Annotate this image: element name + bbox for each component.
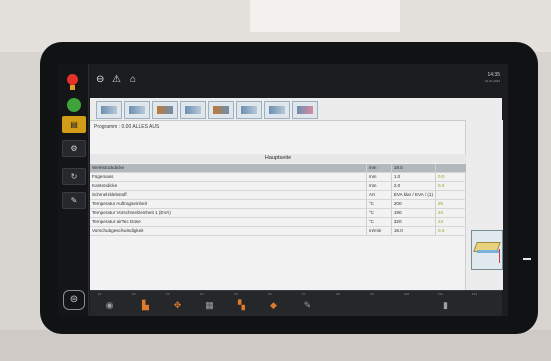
param-unit: °C <box>365 208 392 218</box>
function-key-label: F9 <box>370 292 374 296</box>
param-name: Vorschubgeschwindigkeit <box>90 226 367 236</box>
param-unit: mm <box>365 164 392 173</box>
param-unit: °C <box>365 217 392 227</box>
function-key-label: F1 <box>98 292 102 296</box>
corner-icon[interactable] <box>208 101 234 119</box>
home-icon[interactable]: ⌂ <box>130 72 136 88</box>
edge-icon[interactable]: ▦ <box>204 300 215 311</box>
param-name: Temperatur Auftragseinheit <box>90 199 367 209</box>
aggregate-toolbar <box>90 98 502 121</box>
scraper-icon[interactable]: ▚ <box>236 300 247 311</box>
parameter-row[interactable]: Vorschubgeschwindigkeit m/min 18.0 0.0 <box>90 226 466 236</box>
tools-icon[interactable]: ✥ <box>172 300 183 311</box>
param-value: 320 <box>390 217 436 227</box>
param-value: 1.0 <box>390 172 436 182</box>
stop-icon[interactable]: ⊖ <box>96 72 104 88</box>
function-key-scale: F1 F2 F3 F4 F5 F6 F7 F8 F9 F10 F11 F12 <box>98 292 494 297</box>
parameter-row[interactable]: Schmelzklebstoff Art EVA klar / EVA / (1) <box>90 190 466 200</box>
function-key-label: F3 <box>166 292 170 296</box>
param-actual-value: 0.0 <box>435 181 466 191</box>
clock: 14:35 01.01.2023 <box>470 72 500 84</box>
param-name: Fügemass <box>90 172 367 182</box>
param-value: 190 <box>390 208 436 218</box>
stop-lamp-icon <box>67 74 78 85</box>
param-value: 18.0 <box>390 226 436 236</box>
function-key-label: F7 <box>302 292 306 296</box>
edit-button[interactable]: ✎ <box>62 192 86 209</box>
room-floor <box>0 330 551 361</box>
param-actual-value <box>435 190 466 200</box>
workpiece-preview-icon <box>471 230 503 270</box>
function-key-label: F4 <box>200 292 204 296</box>
function-key-label: F11 <box>438 292 443 296</box>
glue-unit-icon[interactable] <box>96 101 122 119</box>
param-actual-value <box>435 164 466 173</box>
status-lamp-icon <box>67 74 78 90</box>
profile-icon[interactable] <box>236 101 262 119</box>
function-key-label: F12 <box>472 292 478 296</box>
param-actual-value: 0.0 <box>435 172 466 182</box>
param-name: Schmelzklebstoff <box>90 190 367 200</box>
parameter-row[interactable]: Kantendicke mm 2.0 0.0 <box>90 181 466 191</box>
settings-icon[interactable]: ◉ <box>104 300 115 311</box>
left-sidebar: ▤ ⚙ ↻ ✎ ⊜ <box>58 64 89 316</box>
info-icon[interactable]: ✎ <box>302 300 313 311</box>
warning-lamp-icon <box>70 85 75 90</box>
parameter-table: Werkstückdicke mm 19.0 Fügemass mm 1.0 0.0 Kant… <box>90 164 466 236</box>
window-light <box>250 0 400 32</box>
param-value: 19.0 <box>390 164 436 173</box>
param-unit: mm <box>365 181 392 191</box>
param-unit: Art <box>365 190 392 200</box>
manual-mode-button[interactable]: ⚙ <box>62 140 86 157</box>
param-name: Temperatur airTec Düse <box>90 217 367 227</box>
param-value: 200 <box>390 199 436 209</box>
param-name: Werkstückdicke <box>90 164 367 173</box>
page-title: Hauptseite <box>90 154 466 163</box>
buffing-icon[interactable] <box>292 101 318 119</box>
param-actual-value: 24 <box>435 208 466 218</box>
param-unit: mm <box>365 172 392 182</box>
clock-date: 01.01.2023 <box>484 79 500 83</box>
param-name: Temperatur Vorschmelzeinheit 1 (EVA) <box>90 208 367 218</box>
program-label: Programm : 0.00 ALLES AUS <box>94 124 160 130</box>
function-key-label: F10 <box>404 292 410 296</box>
function-key-label: F5 <box>234 292 238 296</box>
main-content: Programm : 0.00 ALLES AUS Hauptseite Wer… <box>90 98 503 290</box>
parameter-row[interactable]: Fügemass mm 1.0 0.0 <box>90 172 466 182</box>
touch-screen: ▤ ⚙ ↻ ✎ ⊜ ⊖ ⚠ ⌂ 14:35 01.01.2023 Program… <box>58 64 508 316</box>
parameter-row[interactable]: Temperatur airTec Düse °C 320 24 <box>90 217 466 227</box>
gluing-icon[interactable]: ▙ <box>140 300 151 311</box>
function-key-label: F8 <box>336 292 340 296</box>
param-name: Kantendicke <box>90 181 367 191</box>
machine-on-button[interactable] <box>67 98 81 112</box>
next-icon[interactable]: ▮ <box>440 300 451 311</box>
param-value: 2.0 <box>390 181 436 191</box>
function-key-label: F2 <box>132 292 136 296</box>
bottom-function-bar: F1 F2 F3 F4 F5 F6 F7 F8 F9 F10 F11 F12 ◉ ▙ ✥ ▦ ▚ ◆ … <box>90 290 502 316</box>
param-actual-value: 0.0 <box>435 226 466 236</box>
param-value: EVA klar / EVA / (1) <box>390 190 436 200</box>
program-button[interactable]: ▤ <box>62 116 86 133</box>
buffing-icon[interactable]: ◆ <box>268 300 279 311</box>
function-key-label: F6 <box>268 292 272 296</box>
warning-icon[interactable]: ⚠ <box>112 72 121 88</box>
param-actual-value: 25 <box>435 199 466 209</box>
parameter-row[interactable]: Temperatur Auftragseinheit °C 200 25 <box>90 199 466 209</box>
snipping-icon[interactable] <box>124 101 150 119</box>
trimming-icon[interactable] <box>180 101 206 119</box>
auto-mode-button[interactable]: ↻ <box>62 168 86 185</box>
machine-logo-button[interactable]: ⊜ <box>63 290 85 310</box>
power-indicator <box>523 258 531 260</box>
param-actual-value: 24 <box>435 217 466 227</box>
parameter-row[interactable]: Temperatur Vorschmelzeinheit 1 (EVA) °C 19… <box>90 208 466 218</box>
parameter-row[interactable]: Werkstückdicke mm 19.0 <box>90 164 466 173</box>
feed-icon[interactable] <box>152 101 178 119</box>
param-unit: °C <box>365 199 392 209</box>
param-unit: m/min <box>365 226 392 236</box>
scraper-icon[interactable] <box>264 101 290 119</box>
